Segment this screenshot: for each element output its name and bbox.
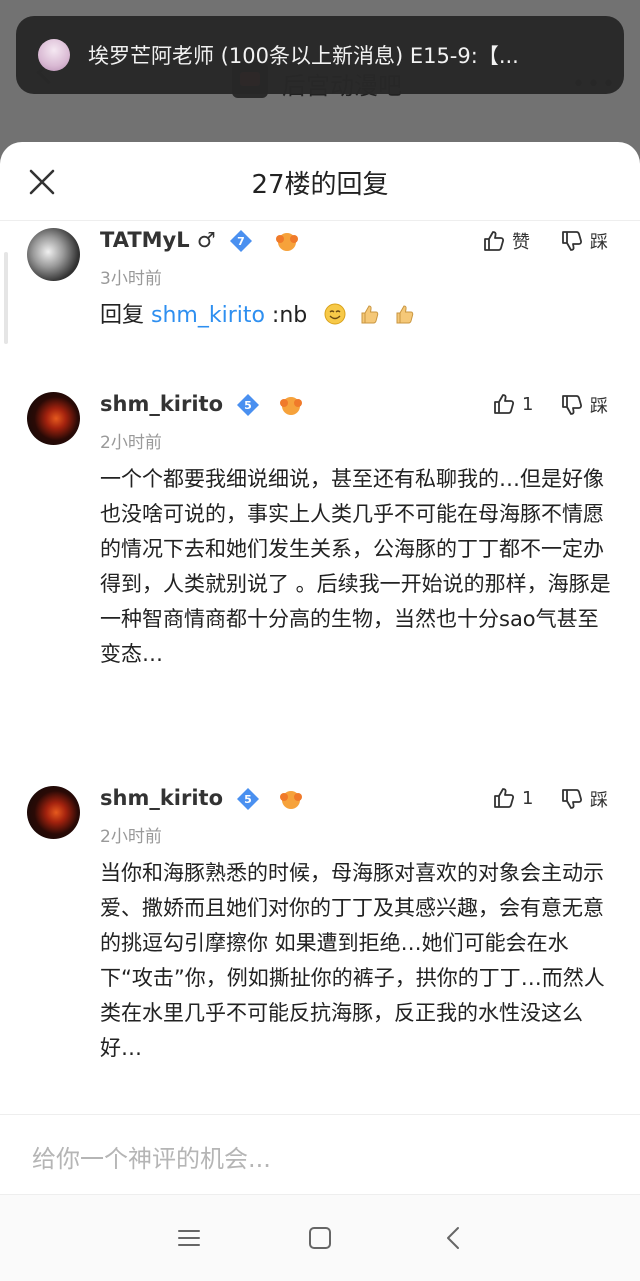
username-row: TATMyL ♂ 7 xyxy=(100,228,300,253)
flame-icon xyxy=(279,791,302,809)
level-number: 5 xyxy=(245,399,253,412)
level-badge-icon: 5 xyxy=(237,394,260,416)
thumbs-up-emoji-icon xyxy=(396,305,414,324)
username-row: shm_kirito 5 xyxy=(100,392,304,417)
system-nav-bar xyxy=(0,1194,640,1281)
menu-icon[interactable] xyxy=(176,1225,202,1251)
thumbs-down-icon xyxy=(562,395,583,415)
comment-time: 3小时前 xyxy=(100,269,162,289)
sheet-header: 27楼的回复 xyxy=(0,142,640,221)
username[interactable]: TATMyL xyxy=(100,228,190,252)
level-badge-icon: 7 xyxy=(230,230,253,252)
smile-emoji-icon xyxy=(324,303,346,325)
dislike-label: 踩 xyxy=(590,232,608,253)
reply-sheet: 27楼的回复 TATMyL ♂ 7 3小时前 赞 踩 回复 shm_kirito… xyxy=(0,142,640,1280)
dislike-label: 踩 xyxy=(590,790,608,811)
dislike-button[interactable]: 踩 xyxy=(560,228,608,254)
like-label: 赞 xyxy=(512,232,530,253)
comment-content: 一个个都要我细说细说，甚至还有私聊我的…但是好像也没啥可说的，事实上人类几乎不可… xyxy=(100,467,611,666)
like-button[interactable]: 赞 xyxy=(482,228,530,254)
thumbs-up-icon xyxy=(484,231,505,251)
like-button[interactable]: 1 xyxy=(492,786,533,810)
notification-banner[interactable]: 埃罗芒阿老师 (100条以上新消息) E15-9:【... xyxy=(16,16,624,94)
thumbs-up-emoji-icon xyxy=(361,305,379,324)
reply-prefix: 回复 xyxy=(100,303,151,328)
comment-input[interactable]: 给你一个神评的机会... xyxy=(32,1139,271,1174)
notification-text: 埃罗芒阿老师 (100条以上新消息) E15-9:【... xyxy=(88,44,519,68)
dislike-button[interactable]: 踩 xyxy=(560,392,608,418)
comment-content: 回复 shm_kirito :nb xyxy=(100,298,612,333)
reply-text: :nb xyxy=(264,303,308,328)
comment-time: 2小时前 xyxy=(100,827,162,847)
username[interactable]: shm_kirito xyxy=(100,786,223,810)
mention-link[interactable]: shm_kirito xyxy=(151,303,265,328)
notification-avatar xyxy=(38,39,70,71)
flame-icon xyxy=(276,233,299,251)
dislike-label: 踩 xyxy=(590,396,608,417)
like-button[interactable]: 1 xyxy=(492,392,533,416)
avatar[interactable] xyxy=(27,392,80,445)
gender-icon: ♂ xyxy=(196,228,216,252)
comment-time: 2小时前 xyxy=(100,433,162,453)
avatar[interactable] xyxy=(27,786,80,839)
avatar[interactable] xyxy=(27,228,80,281)
thumbs-down-icon xyxy=(562,789,583,809)
sheet-title: 27楼的回复 xyxy=(251,170,389,200)
level-number: 7 xyxy=(237,235,245,248)
dislike-button[interactable]: 踩 xyxy=(560,786,608,812)
flame-icon xyxy=(279,397,302,415)
home-icon[interactable] xyxy=(307,1225,333,1251)
username[interactable]: shm_kirito xyxy=(100,392,223,416)
back-nav-icon[interactable] xyxy=(441,1225,467,1251)
thumbs-up-icon xyxy=(494,394,515,414)
level-number: 5 xyxy=(245,793,253,806)
like-count: 1 xyxy=(522,393,534,415)
like-count: 1 xyxy=(522,787,534,809)
username-row: shm_kirito 5 xyxy=(100,786,304,811)
thread-indicator xyxy=(4,252,8,344)
level-badge-icon: 5 xyxy=(237,788,260,810)
comment-input-bar[interactable]: 给你一个神评的机会... xyxy=(0,1114,640,1195)
thumbs-up-icon xyxy=(494,788,515,808)
comment-content: 当你和海豚熟悉的时候，母海豚对喜欢的对象会主动示爱、撒娇而且她们对你的丁丁及其感… xyxy=(100,861,605,1060)
thumbs-down-icon xyxy=(562,231,583,251)
